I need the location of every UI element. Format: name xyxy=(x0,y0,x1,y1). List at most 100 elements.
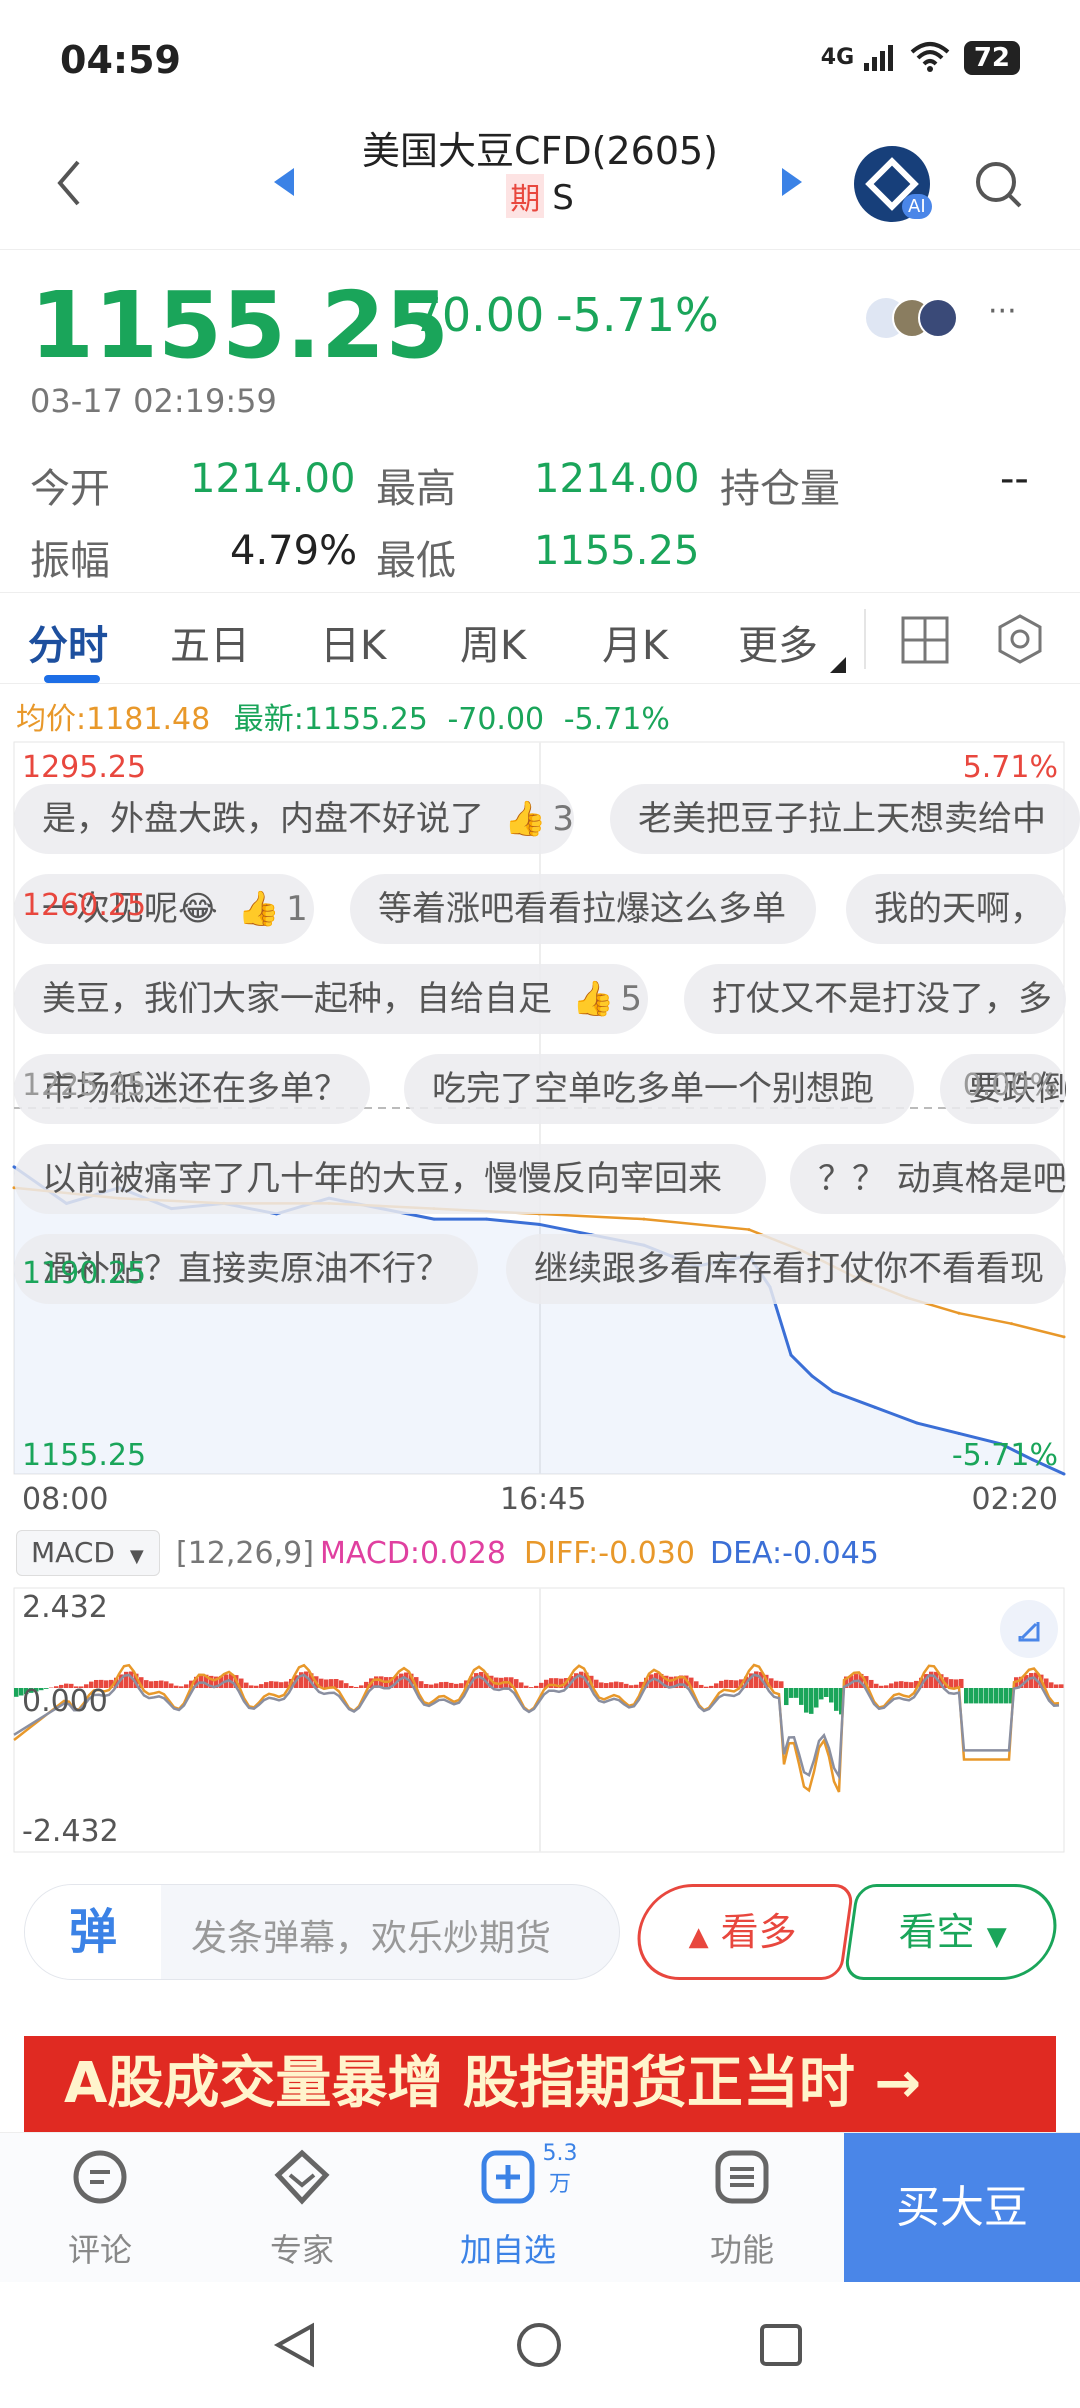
macd-bar xyxy=(829,1688,834,1703)
macd-bar xyxy=(14,1688,19,1697)
macd-bar xyxy=(719,1680,724,1688)
expert-icon xyxy=(274,2149,330,2205)
next-contract-icon[interactable] xyxy=(780,166,804,198)
pct-label-top: 5.71% xyxy=(962,750,1058,785)
macd-value: MACD:0.028 xyxy=(320,1536,506,1571)
macd-bar xyxy=(869,1679,874,1688)
danmu-bubble[interactable]: 打仗又不是打没了，多 xyxy=(684,964,1066,1034)
danmu-bubble[interactable]: 老美把豆子拉上天想卖给中 xyxy=(610,784,1080,854)
ai-assistant-button[interactable]: AI xyxy=(854,146,932,222)
stats-row-2: 振幅 4.79% 最低 1155.25 xyxy=(30,528,1050,588)
y-label-4: 1190.25 xyxy=(22,1256,147,1291)
like-icon[interactable]: 👍 xyxy=(238,889,280,929)
macd-bar xyxy=(269,1681,274,1688)
danmu-bubble[interactable]: 美豆，我们大家一起种，自给自足 👍 5 xyxy=(14,964,648,1034)
danmu-text: 吃完了空单吃多单一个别想跑 xyxy=(432,1069,874,1109)
macd-bar xyxy=(149,1681,154,1688)
nav-add-watchlist[interactable]: 加自选 5.3万 xyxy=(428,2141,588,2271)
tab-intraday[interactable]: 分时 xyxy=(28,613,108,671)
tab-monthly[interactable]: 月K xyxy=(602,613,668,671)
system-back-icon[interactable] xyxy=(272,2322,318,2368)
divider xyxy=(864,609,866,669)
latest-price-point xyxy=(485,1217,488,1221)
danmu-bubble[interactable]: 以前被痛宰了几十年的大豆，慢慢反向宰回来 xyxy=(14,1144,766,1214)
bearish-label: 看空 xyxy=(898,1910,975,1954)
macd-bar xyxy=(579,1671,584,1688)
intraday-chart[interactable]: 均价:1181.48 最新:1155.25 -70.00 -5.71% 是，外盘… xyxy=(0,690,1080,1520)
search-icon[interactable] xyxy=(972,158,1024,210)
macd-bar xyxy=(419,1681,424,1688)
macd-bar xyxy=(599,1682,604,1688)
last-price: 1155.25 xyxy=(30,272,450,379)
pct-label-bottom: -5.71% xyxy=(951,1438,1058,1473)
amplitude-value: 4.79% xyxy=(230,528,358,574)
social-avatars[interactable]: ··· xyxy=(866,294,1026,342)
nav-functions[interactable]: 功能 xyxy=(662,2147,822,2271)
status-bar: 04:59 4G 72 xyxy=(0,0,1080,120)
macd-bar xyxy=(1059,1684,1064,1688)
macd-bar xyxy=(549,1678,554,1688)
system-home-icon[interactable] xyxy=(514,2320,564,2370)
latest-price-point xyxy=(789,1353,793,1357)
buy-button[interactable]: 买大豆 xyxy=(844,2133,1080,2283)
danmu-input-bar: 弹 发条弹幕，欢乐炒期货 ▲ 看多 看空 ▼ xyxy=(24,1884,1063,1980)
danmu-bubble[interactable]: 等着涨吧看看拉爆这么多单 xyxy=(350,874,816,944)
danmu-bubble[interactable]: ？？ 动真格是吧？ xyxy=(790,1144,1066,1214)
danmu-bubble[interactable]: 吃完了空单吃多单一个别想跑 xyxy=(404,1054,914,1124)
macd-bar xyxy=(989,1688,994,1704)
macd-bar xyxy=(349,1685,354,1688)
danmu-bubble[interactable]: 继续跟多看库存看打仗你不看看现 xyxy=(506,1234,1066,1304)
macd-bar xyxy=(609,1682,614,1688)
macd-bar xyxy=(994,1688,999,1704)
danmu-bubble[interactable]: 是，外盘大跌，内盘不好说了 👍 3 xyxy=(14,784,574,854)
nav-expert[interactable]: 专家 xyxy=(222,2147,382,2271)
avatar xyxy=(918,298,958,338)
danmu-toggle-icon[interactable]: 弹 xyxy=(25,1885,161,1979)
settings-icon[interactable] xyxy=(994,613,1046,665)
macd-bar xyxy=(734,1680,739,1688)
bearish-button[interactable]: 看空 ▼ xyxy=(843,1884,1063,1980)
network-label: 4G xyxy=(820,45,855,70)
macd-bar xyxy=(799,1688,804,1705)
indicator-select[interactable]: MACD ▼ xyxy=(16,1530,160,1576)
macd-bar xyxy=(804,1688,809,1713)
nav-comment[interactable]: 评论 xyxy=(20,2147,180,2271)
macd-bar xyxy=(779,1681,784,1688)
bullish-button[interactable]: ▲ 看多 xyxy=(631,1884,855,1980)
tab-daily[interactable]: 日K xyxy=(320,613,386,671)
latest-price-point xyxy=(831,1390,835,1394)
danmu-input[interactable]: 弹 发条弹幕，欢乐炒期货 xyxy=(24,1884,620,1980)
macd-bar xyxy=(519,1682,524,1688)
macd-bar xyxy=(699,1684,704,1688)
pct-label-mid: 0.00% xyxy=(962,1068,1058,1103)
system-recents-icon[interactable] xyxy=(758,2322,804,2368)
danmu-bubble[interactable]: 我的天啊， xyxy=(846,874,1066,944)
macd-bar xyxy=(929,1671,934,1688)
danmu-placeholder: 发条弹幕，欢乐炒期货 xyxy=(191,1918,552,1959)
chevron-down-icon: ▼ xyxy=(129,1546,144,1567)
macd-bar xyxy=(984,1688,989,1704)
layout-grid-icon[interactable] xyxy=(900,615,950,665)
tab-five-day[interactable]: 五日 xyxy=(170,613,250,671)
more-icon[interactable]: ··· xyxy=(988,294,1017,329)
macd-bar xyxy=(899,1681,904,1688)
latest-price-point xyxy=(957,1431,961,1435)
macd-bar xyxy=(1054,1684,1059,1688)
macd-y-mid: 0.000 xyxy=(22,1684,108,1719)
bottom-nav: 评论 专家 加自选 5.3万 功能 买大豆 xyxy=(0,2132,1080,2283)
tab-active-indicator xyxy=(44,675,100,683)
tab-more[interactable]: 更多 xyxy=(738,613,818,671)
macd-y-bot: -2.432 xyxy=(22,1814,119,1849)
macd-bar xyxy=(979,1688,984,1704)
low-value: 1155.25 xyxy=(534,528,700,574)
promo-banner[interactable]: A股成交量暴增 股指期货正当时 → xyxy=(24,2036,1056,2132)
macd-bar xyxy=(169,1683,174,1688)
wifi-icon xyxy=(910,40,950,76)
expand-button[interactable] xyxy=(1000,1600,1058,1658)
tab-weekly[interactable]: 周K xyxy=(460,613,526,671)
like-icon[interactable]: 👍 xyxy=(572,979,614,1019)
macd-bar xyxy=(1029,1673,1034,1688)
like-icon[interactable]: 👍 xyxy=(504,799,546,839)
macd-bar xyxy=(184,1684,189,1688)
danmu-text: 继续跟多看库存看打仗你不看看现 xyxy=(534,1249,1044,1289)
